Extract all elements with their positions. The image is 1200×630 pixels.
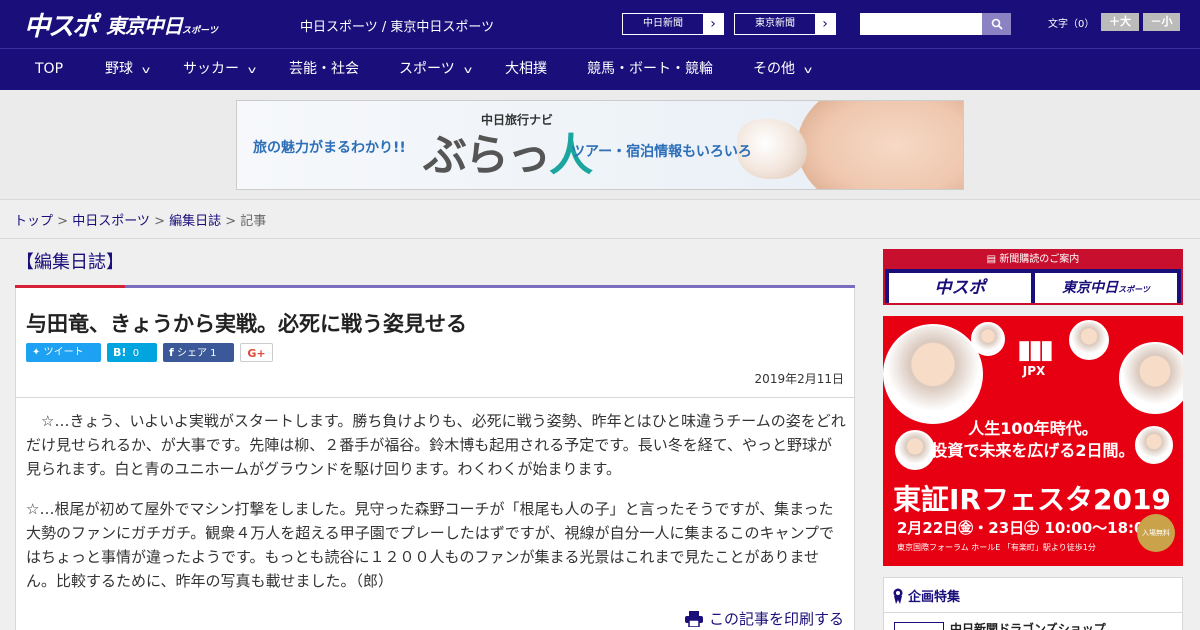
jpx-logo: ▮▮▮ JPX [1009, 336, 1059, 378]
article-title: 与田竜、きょうから実戦。必死に戦う姿見せる [26, 312, 467, 336]
newspaper-icon: ▤ [986, 254, 997, 265]
nav-item-entertainment[interactable]: 芸能・社会 [289, 49, 359, 90]
person-photo [1069, 320, 1109, 360]
jpx-ir-festa-ad[interactable]: ▮▮▮ JPX 人生100年時代。 投資で未来を広げる2日間。 東証IRフェスタ20… [883, 316, 1183, 566]
chevron-right-icon: › [710, 16, 716, 32]
ad-left-text: 旅の魅力がまるわかり!! [253, 140, 406, 156]
tokyo-shimbun-button[interactable]: 東京新聞 › [734, 13, 836, 35]
jpx-event-venue: 東京国際フォーラム ホールE 「有楽町」駅より徒歩1分 [897, 543, 1096, 552]
font-smaller-button[interactable]: －小 [1143, 13, 1180, 31]
search-button[interactable] [982, 13, 1011, 35]
nav-item-other[interactable]: その他 v [753, 49, 813, 90]
jpx-tagline: 人生100年時代。 投資で未来を広げる2日間。 [931, 419, 1135, 460]
divider [884, 612, 1182, 613]
nav-item-sports[interactable]: スポーツ v [399, 49, 472, 90]
feature-item-link[interactable]: 中日新聞ドラゴンズショップ [950, 620, 1106, 630]
search-icon [991, 18, 1003, 30]
chevron-down-icon: v [141, 65, 151, 76]
category-heading: 【編集日誌】 [16, 252, 124, 273]
nav-item-baseball[interactable]: 野球 v [105, 49, 151, 90]
article-date: 2019年2月11日 [754, 372, 844, 386]
nav-item-top[interactable]: TOP [35, 49, 63, 90]
woman-photo [797, 101, 963, 189]
subscription-heading: ▤ 新聞購読のご案内 [885, 251, 1181, 269]
article-paragraph: ☆…根尾が初めて屋外でマシン打撃をしました。見守った森野コーチが「根尾も人の子」… [26, 500, 835, 590]
printer-icon [684, 610, 703, 627]
search-input[interactable] [860, 13, 982, 35]
search-box [860, 13, 1011, 35]
person-photo [883, 324, 983, 424]
divider [16, 397, 854, 398]
breadcrumb-current: 記事 [240, 214, 267, 229]
breadcrumb-top[interactable]: トップ [14, 214, 53, 229]
facebook-icon: f [169, 346, 174, 359]
nav-item-racing[interactable]: 競馬・ボート・競輪 [587, 49, 713, 90]
breadcrumb-chunichi-sports[interactable]: 中日スポーツ [72, 214, 150, 229]
jpx-event-dates: 2月22日㊎・23日㊏ 10:00～18:00 [897, 519, 1155, 537]
ad-brand-logo: ぶらっ人 [423, 130, 593, 181]
site-logo[interactable]: 中スポ 東京中日スポーツ [24, 8, 218, 42]
article-card: 与田竜、きょうから実戦。必死に戦う姿見せる ✦ ツイート B! 0 f シェア … [15, 288, 855, 630]
subscribe-tokyo-chunichi-button[interactable]: 東京中日スポーツ [1035, 273, 1177, 303]
feature-heading: 企画特集 [892, 586, 960, 605]
chevron-down-icon: v [803, 65, 813, 76]
ad-right-text: ツアー・宿泊情報もいろいろ [571, 144, 752, 160]
tweet-button[interactable]: ✦ ツイート [26, 343, 101, 362]
chunichi-shimbun-button[interactable]: 中日新聞 › [622, 13, 724, 35]
facebook-share-button[interactable]: f シェア 1 [163, 343, 234, 362]
google-plus-button[interactable]: G+ [240, 343, 273, 362]
twitter-bird-icon: ✦ [32, 347, 41, 358]
article-paragraph: ☆…きょう、いよいよ実戦がスタートします。勝ち負けよりも、必死に戦う姿勢、昨年と… [26, 412, 846, 478]
google-plus-icon: G+ [247, 347, 266, 360]
font-larger-button[interactable]: ＋大 [1101, 13, 1139, 31]
print-article-link[interactable]: この記事を印刷する [684, 608, 844, 629]
free-entry-badge: 入場無料 [1137, 514, 1175, 552]
feature-section: 企画特集 中日新聞ドラゴンズショップ [883, 577, 1183, 630]
nav-item-soccer[interactable]: サッカー v [183, 49, 257, 90]
subscription-banner[interactable]: ▤ 新聞購読のご案内 中スポ 東京中日スポーツ [883, 249, 1183, 305]
subscribe-chuspo-button[interactable]: 中スポ [889, 273, 1031, 303]
jpx-event-title: 東証IRフェスタ2019 [893, 483, 1171, 516]
site-header: 中スポ 東京中日スポーツ 中日スポーツ / 東京中日スポーツ 中日新聞 › 東京… [0, 0, 1200, 48]
logo-tokyo-chunichi: 東京中日スポーツ [106, 13, 218, 38]
hatena-icon: B! [113, 346, 127, 359]
feature-thumbnail[interactable] [894, 622, 944, 630]
ribbon-icon [893, 588, 903, 604]
chevron-down-icon: v [247, 65, 257, 76]
logo-chuspo: 中スポ [24, 11, 98, 42]
travel-ad-banner[interactable]: 旅の魅力がまるわかり!! ぶらっ人 中日旅行ナビ ツアー・宿泊情報もいろいろ [236, 100, 964, 190]
person-photo [971, 322, 1005, 356]
breadcrumb: トップ > 中日スポーツ > 編集日誌 > 記事 [14, 214, 267, 229]
person-photo [1119, 342, 1183, 414]
divider [0, 238, 1200, 239]
ad-area: 旅の魅力がまるわかり!! ぶらっ人 中日旅行ナビ ツアー・宿泊情報もいろいろ [0, 90, 1200, 200]
hatena-bookmark-button[interactable]: B! 0 [107, 343, 157, 362]
main-nav: TOP 野球 v サッカー v 芸能・社会 スポーツ v 大相撲 競馬・ボート・競輪 … [0, 48, 1200, 90]
breadcrumb-editorial-diary[interactable]: 編集日誌 [169, 214, 221, 229]
site-title-link[interactable]: 中日スポーツ / 東京中日スポーツ [300, 16, 494, 35]
chevron-down-icon: v [463, 65, 472, 76]
jpx-mark-icon: ▮▮▮ [1017, 335, 1054, 365]
nav-item-sumo[interactable]: 大相撲 [505, 49, 547, 90]
chevron-right-icon: › [822, 16, 828, 32]
font-size-label: 文字（0） [1048, 19, 1095, 30]
ad-brand-small: 中日旅行ナビ [481, 113, 554, 127]
